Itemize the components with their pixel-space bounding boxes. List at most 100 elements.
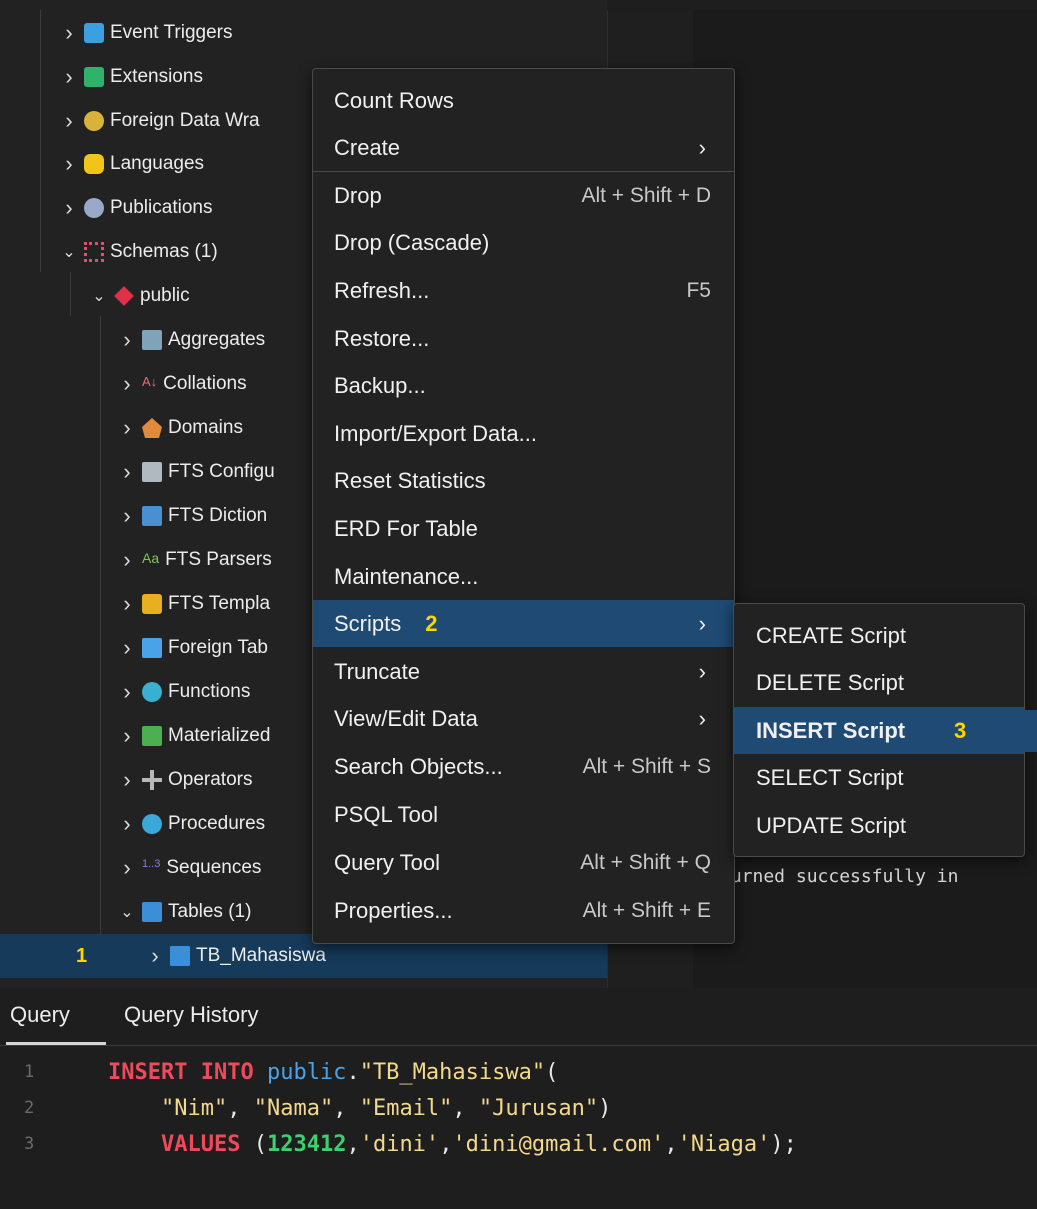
tree-item-label: Sequences [166, 857, 262, 878]
tree-item-procedures[interactable]: › Procedures [116, 802, 265, 846]
chevron-right-icon[interactable]: › [116, 855, 138, 881]
tree-item-fts-configu[interactable]: › FTS Configu [116, 450, 274, 494]
tree-item-materialized[interactable]: › Materialized [116, 714, 270, 758]
tree-item-label: Materialized [168, 725, 271, 746]
tree-item-label: Collations [163, 373, 247, 394]
menu-item-reset-statistics[interactable]: Reset Statistics [313, 457, 734, 504]
step-marker: 2 [425, 610, 438, 636]
menu-item-drop-cascade[interactable]: Drop (Cascade) [313, 219, 734, 266]
tree-item-event-triggers[interactable]: › Event Triggers [58, 11, 232, 55]
submenu-item-insert-script[interactable]: INSERT Script 3 [734, 707, 1024, 754]
chevron-right-icon[interactable]: › [116, 371, 138, 397]
event-trigger-icon [84, 23, 104, 43]
tree-item-publications[interactable]: › Publications [58, 186, 212, 230]
menu-item-label: Refresh... [334, 277, 430, 303]
scripts-submenu: CREATE Script DELETE Script INSERT Script 3… [733, 603, 1025, 857]
chevron-right-icon[interactable]: › [116, 767, 138, 793]
submenu-arrow-icon: › [698, 658, 706, 684]
chevron-right-icon[interactable]: › [116, 503, 138, 529]
tree-item-functions[interactable]: › Functions [116, 670, 250, 714]
submenu-arrow-icon: › [698, 610, 706, 636]
menu-item-restore[interactable]: Restore... [313, 315, 734, 362]
submenu-item-delete-script[interactable]: DELETE Script [734, 659, 1024, 706]
submenu-item-select-script[interactable]: SELECT Script [734, 754, 1024, 801]
chevron-right-icon[interactable]: › [116, 679, 138, 705]
tree-item-label: Functions [168, 681, 251, 702]
chevron-down-icon[interactable]: ⌄ [116, 902, 138, 922]
tree-item-label: TB_Mahasiswa [196, 945, 326, 966]
tree-item-foreign-data-wra[interactable]: › Foreign Data Wra [58, 99, 259, 143]
menu-item-create[interactable]: Create › [313, 124, 734, 171]
aggregate-icon [142, 330, 162, 350]
menu-shortcut: Alt + Shift + D [581, 183, 711, 207]
menu-item-properties[interactable]: Properties... Alt + Shift + E [313, 887, 734, 934]
code-text: INSERT INTO public."TB_Mahasiswa"( [108, 1059, 559, 1085]
tree-item-languages[interactable]: › Languages [58, 142, 204, 186]
tree-item-operators[interactable]: › Operators [116, 758, 252, 802]
context-menu: Count Rows Create › Drop Alt + Shift + D Drop… [312, 68, 735, 944]
submenu-item-label: UPDATE Script [756, 812, 906, 838]
publication-icon [84, 198, 104, 218]
menu-item-label: Maintenance... [334, 563, 479, 589]
tree-item-fts-parsers[interactable]: › Aa FTS Parsers [116, 538, 271, 582]
menu-item-search-objects[interactable]: Search Objects... Alt + Shift + S [313, 743, 734, 790]
tree-item-label: Publications [110, 197, 213, 218]
submenu-item-update-script[interactable]: UPDATE Script [734, 802, 1024, 849]
chevron-right-icon[interactable]: › [116, 591, 138, 617]
chevron-right-icon[interactable]: › [116, 635, 138, 661]
menu-item-erd-for-table[interactable]: ERD For Table [313, 505, 734, 552]
chevron-right-icon[interactable]: › [116, 547, 138, 573]
chevron-right-icon[interactable]: › [58, 108, 80, 134]
tree-item-label: Languages [110, 153, 205, 174]
menu-item-label: Import/Export Data... [334, 420, 537, 446]
chevron-right-icon[interactable]: › [58, 20, 80, 46]
tree-item-fts-templa[interactable]: › FTS Templa [116, 582, 270, 626]
tree-item-domains[interactable]: › Domains [116, 406, 243, 450]
menu-item-view-edit-data[interactable]: View/Edit Data › [313, 695, 734, 742]
tab-query[interactable]: Query [10, 1002, 70, 1028]
menu-item-count-rows[interactable]: Count Rows [313, 77, 734, 124]
menu-item-maintenance[interactable]: Maintenance... [313, 553, 734, 600]
chevron-right-icon[interactable]: › [116, 459, 138, 485]
menu-item-label: Scripts 2 [334, 610, 438, 636]
tree-item-schemas-1[interactable]: ⌄ Schemas (1) [58, 230, 218, 274]
menu-item-scripts[interactable]: Scripts 2 › [313, 600, 734, 647]
tree-item-extensions[interactable]: › Extensions [58, 55, 203, 99]
menu-item-query-tool[interactable]: Query Tool Alt + Shift + Q [313, 839, 734, 886]
chevron-right-icon[interactable]: › [116, 415, 138, 441]
tab-query-history[interactable]: Query History [124, 1002, 258, 1028]
tree-item-sequences[interactable]: › 1..3 Sequences [116, 846, 261, 890]
menu-item-refresh[interactable]: Refresh... F5 [313, 267, 734, 314]
chevron-down-icon[interactable]: ⌄ [88, 286, 110, 306]
tree-item-foreign-tab[interactable]: › Foreign Tab [116, 626, 268, 670]
tree-item-label: Schemas (1) [110, 241, 218, 262]
tree-item-tables-1[interactable]: ⌄ Tables (1) [116, 890, 251, 934]
tree-item-collations[interactable]: › A↓ Collations [116, 362, 247, 406]
sql-editor[interactable]: 1 INSERT INTO public."TB_Mahasiswa"( 2 "… [0, 1046, 1037, 1209]
chevron-down-icon[interactable]: ⌄ [58, 242, 80, 262]
menu-item-backup[interactable]: Backup... [313, 362, 734, 409]
menu-item-drop[interactable]: Drop Alt + Shift + D [313, 172, 734, 219]
menu-item-psql-tool[interactable]: PSQL Tool [313, 791, 734, 838]
submenu-item-create-script[interactable]: CREATE Script [734, 612, 1024, 659]
menu-item-import-export-data[interactable]: Import/Export Data... [313, 410, 734, 457]
chevron-right-icon[interactable]: › [58, 195, 80, 221]
chevron-right-icon[interactable]: › [116, 811, 138, 837]
menu-item-truncate[interactable]: Truncate › [313, 648, 734, 695]
chevron-right-icon[interactable]: › [116, 327, 138, 353]
chevron-right-icon[interactable]: › [58, 64, 80, 90]
tree-item-label: FTS Diction [168, 505, 268, 526]
menu-item-label: Count Rows [334, 87, 454, 113]
function-icon [142, 682, 162, 702]
fts-dictionary-icon [142, 506, 162, 526]
tree-item-aggregates[interactable]: › Aggregates [116, 318, 265, 362]
tree-item-public[interactable]: ⌄ public [88, 274, 189, 318]
menu-item-label: ERD For Table [334, 515, 478, 541]
chevron-right-icon[interactable]: › [58, 151, 80, 177]
step-marker: 1 [76, 944, 88, 967]
table-icon [170, 946, 190, 966]
collation-icon: A↓ [142, 374, 158, 389]
tree-item-fts-diction[interactable]: › FTS Diction [116, 494, 267, 538]
chevron-right-icon[interactable]: › [144, 943, 166, 969]
chevron-right-icon[interactable]: › [116, 723, 138, 749]
